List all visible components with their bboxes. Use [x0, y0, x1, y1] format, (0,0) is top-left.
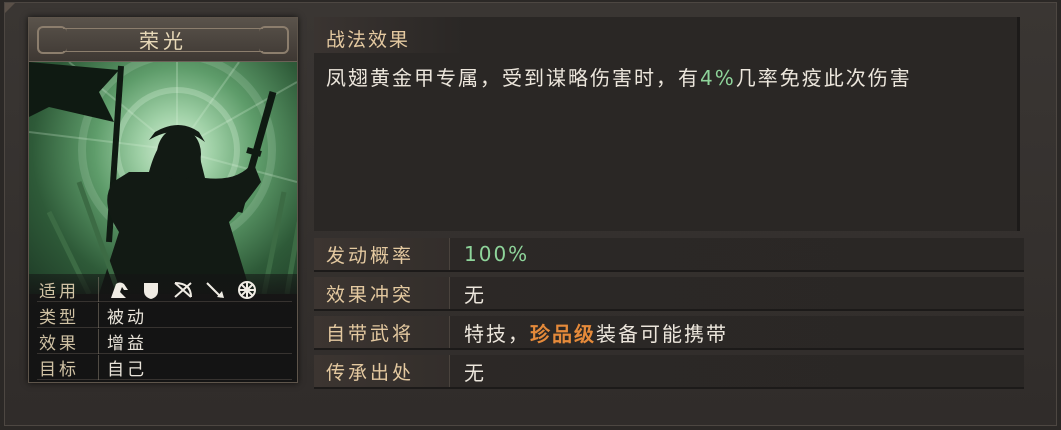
info-row-inheritance-source: 传承出处 无 — [314, 355, 1024, 389]
info-key: 效果冲突 — [314, 277, 450, 309]
wheel-icon — [235, 280, 259, 300]
stat-key: 目标 — [37, 355, 99, 380]
card-title-bar: 荣光 — [29, 18, 297, 62]
effect-text-after: 几率免疫此次伤害 — [735, 66, 912, 90]
skill-name: 荣光 — [139, 29, 187, 53]
troop-icons — [99, 280, 259, 300]
info-row-trigger-rate: 发动概率 100% — [314, 238, 1024, 272]
info-row-innate-general: 自带武将 特技，珍品级装备可能携带 — [314, 316, 1024, 350]
info-value: 特技，珍品级装备可能携带 — [450, 318, 728, 347]
card-stats: 适用 类型 被动 效果 增益 目标 自己 — [29, 274, 297, 382]
shield-icon — [139, 280, 163, 300]
effect-text: 凤翅黄金甲专属，受到谋略伤害时，有4%几率免疫此次伤害 — [326, 59, 1006, 97]
info-value-before: 特技， — [464, 321, 530, 346]
stat-row-effect: 效果 增益 — [37, 329, 292, 354]
info-key: 发动概率 — [314, 238, 450, 270]
stat-key: 类型 — [37, 303, 99, 328]
title-ornament-right — [259, 26, 289, 54]
skill-card: 荣光 适用 类型 被动 效果 增益 目标 自己 — [28, 17, 298, 383]
stat-row-type: 类型 被动 — [37, 303, 292, 328]
rarity-badge: 珍品级 — [530, 321, 596, 346]
effect-probability: 4% — [700, 66, 736, 90]
stat-row-target: 目标 自己 — [37, 355, 292, 380]
info-row-conflict: 效果冲突 无 — [314, 277, 1024, 311]
stat-key: 适用 — [37, 277, 99, 302]
info-value: 100% — [464, 242, 530, 266]
frame-corner-ornament — [5, 3, 15, 13]
cavalry-icon — [107, 280, 131, 300]
info-value: 无 — [464, 282, 486, 307]
effect-description-box: 战法效果 凤翅黄金甲专属，受到谋略伤害时，有4%几率免疫此次伤害 — [314, 17, 1020, 231]
bow-icon — [171, 280, 195, 300]
stat-value: 被动 — [107, 308, 147, 328]
info-key: 传承出处 — [314, 355, 450, 387]
info-value: 无 — [464, 360, 486, 385]
skill-artwork — [29, 62, 297, 294]
effect-text-before: 凤翅黄金甲专属，受到谋略伤害时，有 — [326, 66, 700, 90]
effect-heading: 战法效果 — [326, 29, 411, 51]
stat-row-troops: 适用 — [37, 277, 292, 302]
info-key: 自带武将 — [314, 316, 450, 348]
info-value-after: 装备可能携带 — [596, 321, 728, 346]
spear-icon — [203, 280, 227, 300]
stat-value: 自己 — [107, 360, 147, 380]
stat-value: 增益 — [107, 334, 147, 354]
stat-key: 效果 — [37, 329, 99, 354]
